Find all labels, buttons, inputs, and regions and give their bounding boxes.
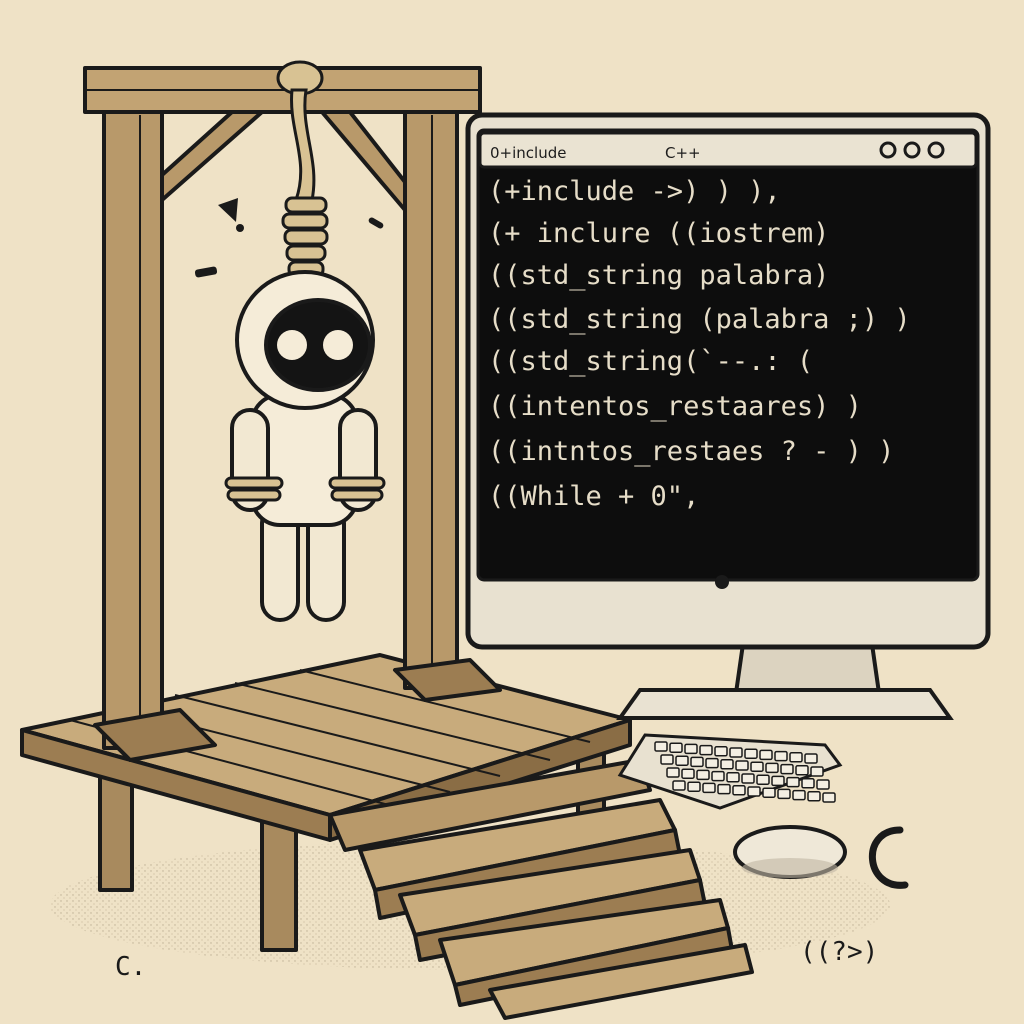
keyboard-key[interactable]: [747, 786, 761, 797]
gallows-post-left: [102, 106, 164, 750]
keyboard-key[interactable]: [729, 747, 743, 758]
monitor-base: [616, 688, 954, 720]
keyboard-key[interactable]: [792, 789, 806, 801]
keyboard-key[interactable]: [660, 754, 674, 765]
keyboard-key[interactable]: [681, 768, 695, 779]
window-title-left: 0+include: [490, 144, 566, 162]
keyboard-key[interactable]: [690, 756, 704, 768]
keyboard-key[interactable]: [726, 772, 740, 783]
code-line: ((std_string(`--.: (: [488, 346, 813, 377]
brace: [160, 110, 264, 202]
keyboard-key[interactable]: [732, 785, 746, 796]
keyboard-key[interactable]: [765, 762, 779, 774]
mouse[interactable]: [733, 825, 847, 879]
keyboard-key[interactable]: [795, 765, 809, 776]
keyboard-key[interactable]: [822, 792, 836, 803]
keyboard-key[interactable]: [762, 787, 776, 798]
keyboard-key[interactable]: [696, 769, 710, 781]
keyboard-key[interactable]: [816, 779, 830, 790]
mouse-cable-icon: [869, 826, 909, 889]
keyboard-key[interactable]: [744, 748, 758, 759]
keyboard-key[interactable]: [654, 741, 668, 752]
keyboard-key[interactable]: [789, 752, 803, 763]
keyboard-key[interactable]: [810, 766, 824, 777]
code-line: ((std_string palabra): [488, 260, 829, 291]
keyboard-key[interactable]: [669, 742, 683, 753]
window-title-center: C++: [665, 144, 701, 162]
code-line: (+ inclure ((iostrem): [488, 218, 829, 249]
keyboard-key[interactable]: [801, 778, 815, 789]
code-line: ((intentos_restaares) ): [488, 391, 862, 422]
doodle-text: C.: [115, 952, 146, 982]
keyboard-key[interactable]: [720, 759, 734, 770]
keyboard-key[interactable]: [717, 783, 731, 795]
hanging-figure: [224, 270, 386, 622]
code-line: ((std_string (palabra ;) ): [488, 304, 911, 335]
keyboard-key[interactable]: [675, 755, 689, 766]
code-line: (+include ->) ) ),: [488, 176, 781, 207]
keyboard-key[interactable]: [771, 775, 785, 787]
figure-eye: [277, 330, 307, 360]
keyboard-key[interactable]: [702, 782, 716, 794]
keyboard-key[interactable]: [759, 749, 773, 761]
keyboard-key[interactable]: [741, 773, 755, 784]
code-line: ((While + 0",: [488, 481, 699, 512]
keyboard-key[interactable]: [780, 763, 794, 775]
keyboard-key[interactable]: [774, 750, 788, 762]
keyboard-key[interactable]: [750, 761, 764, 772]
keyboard-key[interactable]: [684, 743, 698, 755]
keyboard-key[interactable]: [735, 760, 749, 771]
doodle-text: ((?>): [800, 937, 878, 967]
brace: [320, 110, 407, 212]
keyboard-key[interactable]: [687, 781, 701, 792]
keyboard-key[interactable]: [666, 767, 680, 778]
figure-eye: [323, 330, 353, 360]
keyboard-key[interactable]: [777, 788, 791, 800]
keyboard-key[interactable]: [705, 757, 719, 769]
keyboard-key[interactable]: [711, 770, 725, 782]
keyboard-key[interactable]: [699, 744, 713, 756]
computer: 0+include C++ (+include ->) ) ), (+ incl…: [465, 112, 991, 720]
keyboard[interactable]: [617, 733, 843, 810]
keyboard-key[interactable]: [804, 753, 818, 764]
keyboard-key[interactable]: [786, 776, 800, 788]
monitor-power-dot: [715, 575, 729, 589]
hangman-scene: 0+include C++ (+include ->) ) ), (+ incl…: [20, 60, 991, 1020]
code-line: ((intntos_restaes ? - ) ): [488, 436, 894, 467]
keyboard-key[interactable]: [672, 780, 686, 791]
keyboard-key[interactable]: [807, 791, 821, 802]
keyboard-key[interactable]: [714, 746, 728, 757]
keyboard-key[interactable]: [756, 774, 770, 785]
